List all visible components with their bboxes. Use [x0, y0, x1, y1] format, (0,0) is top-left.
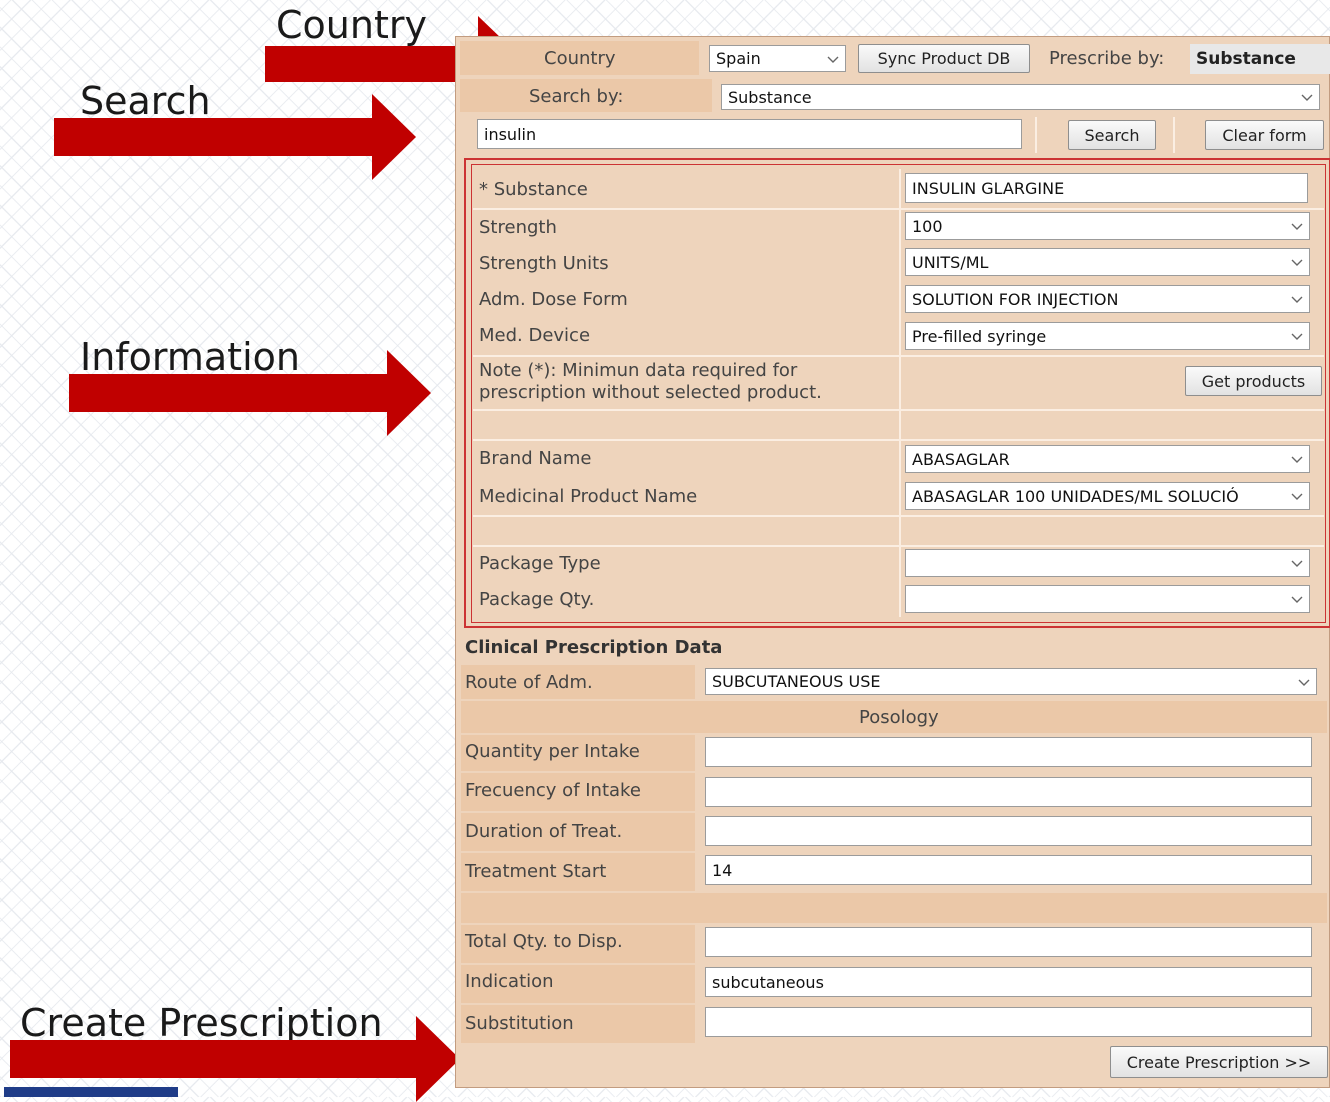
- substitution-input[interactable]: [705, 1007, 1312, 1037]
- total-qty-input[interactable]: [705, 927, 1312, 957]
- callout-create-prescription: Create Prescription: [20, 1001, 383, 1045]
- strength-value: 100: [912, 216, 943, 236]
- indication-value: subcutaneous: [712, 972, 824, 992]
- sync-product-db-button[interactable]: Sync Product DB: [858, 44, 1030, 73]
- chevron-down-icon: [1291, 456, 1303, 463]
- strength-units-select[interactable]: UNITS/ML: [905, 248, 1310, 276]
- country-select[interactable]: Spain: [709, 45, 846, 72]
- posology-label: Posology: [859, 707, 939, 728]
- prescription-form-panel: Country Spain Sync Product DB Prescribe …: [455, 36, 1330, 1088]
- dose-form-select[interactable]: SOLUTION FOR INJECTION: [905, 285, 1310, 313]
- chevron-down-icon: [1291, 560, 1303, 567]
- search-input[interactable]: insulin: [477, 119, 1022, 149]
- prescribe-by-label: Prescribe by:: [1049, 48, 1165, 69]
- package-qty-select[interactable]: [905, 585, 1310, 613]
- treatment-start-value: 14: [712, 860, 733, 880]
- search-input-value: insulin: [484, 124, 537, 144]
- row-divider: [473, 208, 1324, 210]
- treatment-start-input[interactable]: 14: [705, 855, 1312, 885]
- prescribe-by-value: Substance: [1190, 44, 1330, 74]
- country-value: Spain: [716, 49, 761, 68]
- note-line-2: prescription without selected product.: [479, 382, 822, 403]
- brand-name-select[interactable]: ABASAGLAR: [905, 445, 1310, 473]
- duration-input[interactable]: [705, 816, 1312, 846]
- treatment-start-label: Treatment Start: [465, 861, 607, 882]
- substitution-label: Substitution: [465, 1013, 574, 1034]
- row-divider: [473, 515, 1324, 517]
- chevron-down-icon: [1301, 94, 1313, 101]
- chevron-down-icon: [1291, 223, 1303, 230]
- indication-input[interactable]: subcutaneous: [705, 967, 1312, 997]
- row-divider: [473, 439, 1324, 441]
- qty-intake-label: Quantity per Intake: [465, 741, 640, 762]
- chevron-down-icon: [1291, 333, 1303, 340]
- qty-intake-input[interactable]: [705, 737, 1312, 767]
- brand-name-value: ABASAGLAR: [912, 449, 1010, 469]
- med-device-select[interactable]: Pre-filled syringe: [905, 322, 1310, 350]
- dose-form-label: Adm. Dose Form: [479, 289, 628, 310]
- divider: [1035, 117, 1037, 153]
- product-name-label: Medicinal Product Name: [479, 486, 698, 507]
- search-button[interactable]: Search: [1068, 120, 1156, 150]
- package-type-select[interactable]: [905, 549, 1310, 577]
- substance-input[interactable]: INSULIN GLARGINE: [905, 173, 1308, 203]
- column-divider: [899, 169, 901, 617]
- strength-units-label: Strength Units: [479, 253, 609, 274]
- chevron-down-icon: [1291, 596, 1303, 603]
- indication-label: Indication: [465, 971, 554, 992]
- spacer-cell: [461, 893, 1327, 923]
- strength-label: Strength: [479, 217, 557, 238]
- callout-search: Search: [80, 79, 211, 123]
- chevron-down-icon: [1298, 679, 1310, 686]
- note-line-1: Note (*): Minimun data required for: [479, 360, 798, 381]
- package-type-label: Package Type: [479, 553, 601, 574]
- row-divider: [473, 355, 1324, 357]
- footer-logo-block: [4, 1087, 178, 1097]
- callout-country: Country: [276, 3, 427, 47]
- frequency-label: Frecuency of Intake: [465, 780, 641, 801]
- row-divider: [473, 409, 1324, 411]
- divider: [1173, 117, 1175, 153]
- route-value: SUBCUTANEOUS USE: [712, 672, 881, 691]
- product-name-select[interactable]: ABASAGLAR 100 UNIDADES/ML SOLUCIÓ: [905, 482, 1310, 510]
- country-label: Country: [544, 48, 616, 69]
- route-select[interactable]: SUBCUTANEOUS USE: [705, 668, 1317, 695]
- clinical-section-title: Clinical Prescription Data: [465, 637, 723, 658]
- duration-label: Duration of Treat.: [465, 821, 623, 842]
- chevron-down-icon: [827, 56, 839, 63]
- clear-form-button[interactable]: Clear form: [1205, 120, 1324, 150]
- frequency-input[interactable]: [705, 777, 1312, 807]
- search-by-value: Substance: [728, 87, 812, 107]
- chevron-down-icon: [1291, 296, 1303, 303]
- brand-name-label: Brand Name: [479, 448, 592, 469]
- product-name-value: ABASAGLAR 100 UNIDADES/ML SOLUCIÓ: [912, 486, 1239, 506]
- dose-form-value: SOLUTION FOR INJECTION: [912, 289, 1119, 309]
- row-divider: [473, 545, 1324, 547]
- substance-value: INSULIN GLARGINE: [912, 178, 1065, 198]
- create-prescription-button[interactable]: Create Prescription >>: [1110, 1046, 1328, 1078]
- med-device-label: Med. Device: [479, 325, 591, 346]
- search-by-label: Search by:: [529, 86, 624, 107]
- search-by-select[interactable]: Substance: [721, 84, 1320, 110]
- strength-select[interactable]: 100: [905, 212, 1310, 240]
- callout-information: Information: [80, 335, 300, 379]
- get-products-button[interactable]: Get products: [1185, 366, 1322, 396]
- package-qty-label: Package Qty.: [479, 589, 595, 610]
- substance-label: * Substance: [479, 179, 588, 200]
- chevron-down-icon: [1291, 493, 1303, 500]
- chevron-down-icon: [1291, 259, 1303, 266]
- med-device-value: Pre-filled syringe: [912, 326, 1047, 346]
- total-qty-label: Total Qty. to Disp.: [465, 931, 623, 952]
- strength-units-value: UNITS/ML: [912, 252, 989, 272]
- route-label: Route of Adm.: [465, 672, 593, 693]
